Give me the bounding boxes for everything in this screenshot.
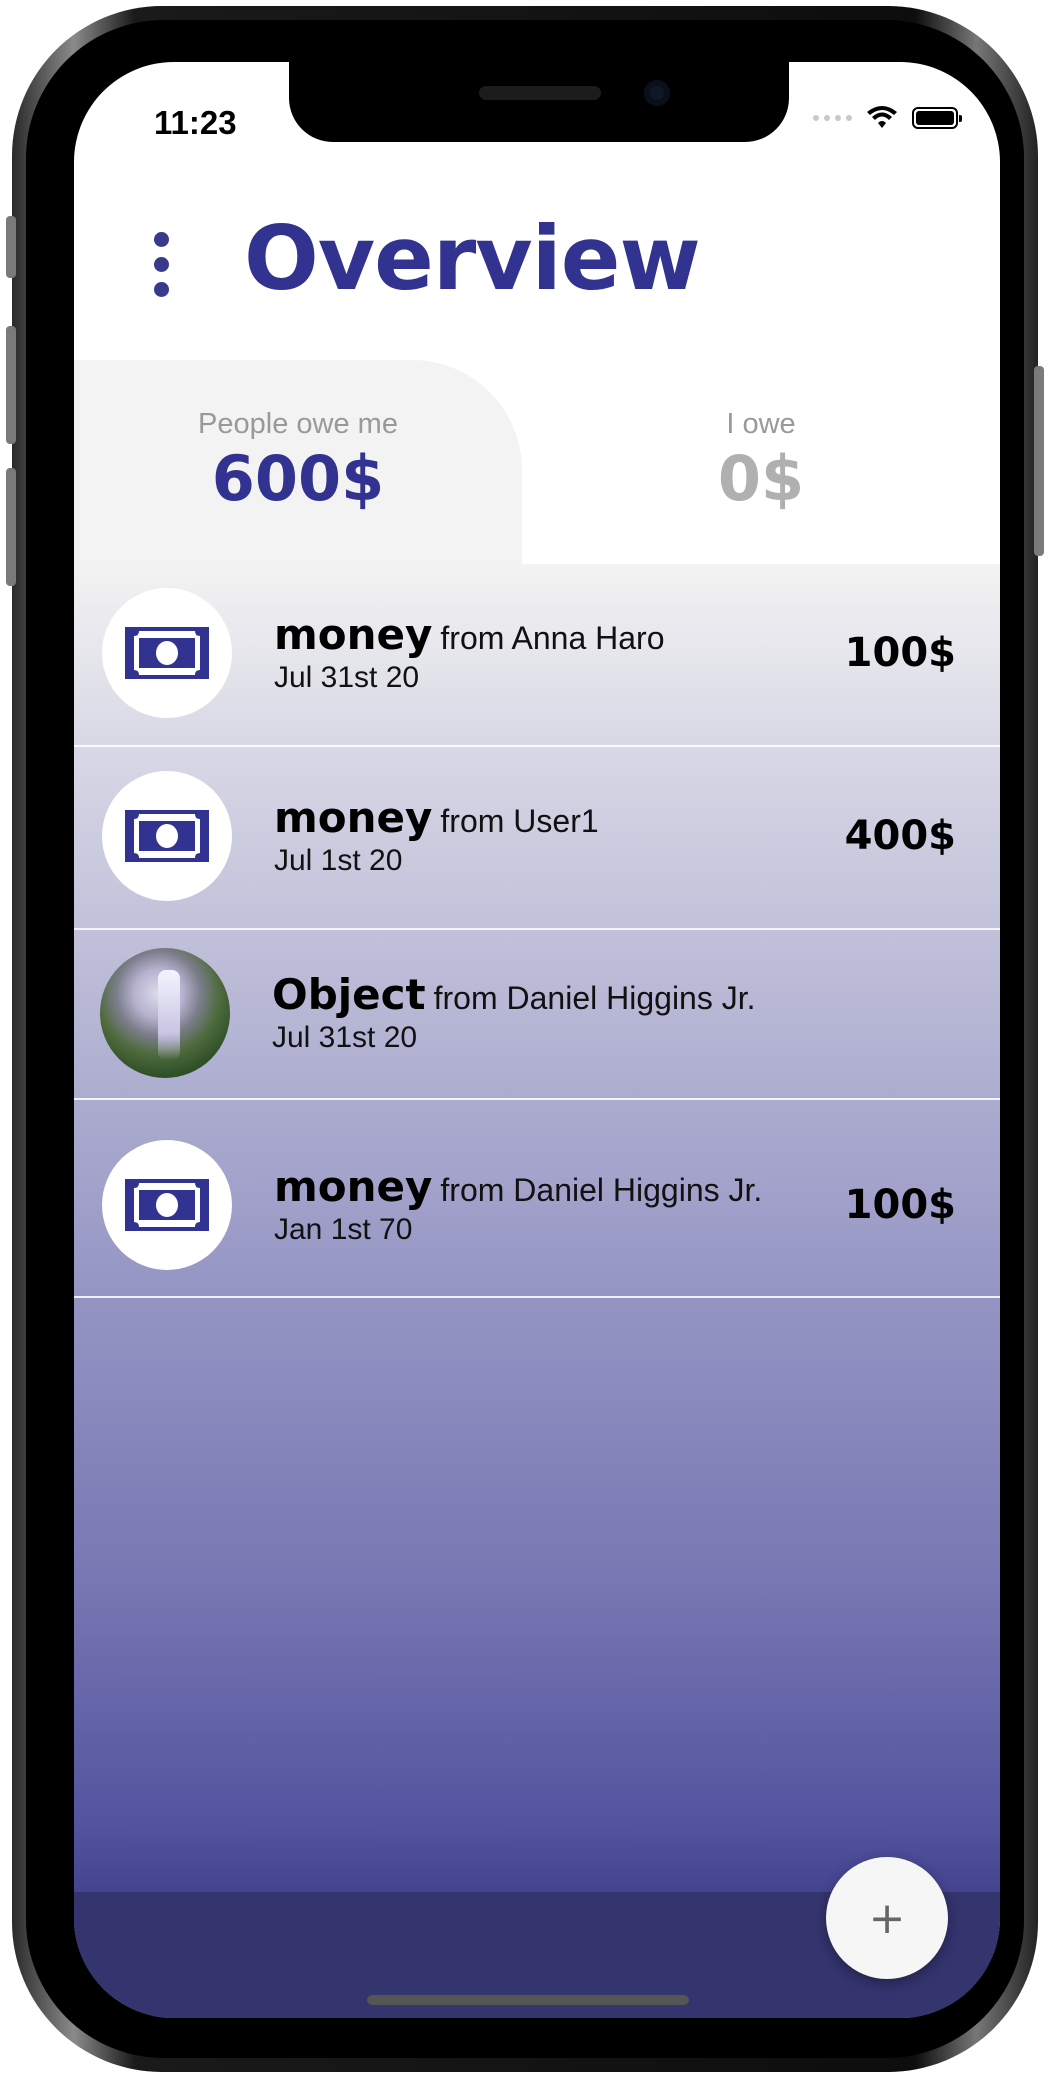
- transaction-date: Jul 31st 20: [274, 661, 420, 694]
- transaction-from: from Daniel Higgins Jr.: [433, 980, 756, 1016]
- battery-icon: [912, 107, 962, 129]
- transaction-row[interactable]: money from User1 Jul 1st 20 400$: [74, 747, 1000, 930]
- tab-i-owe-value: 0$: [717, 442, 805, 515]
- transaction-from: from Anna Haro: [440, 620, 665, 656]
- tab-i-owe-label: I owe: [726, 408, 796, 440]
- front-camera: [644, 80, 670, 106]
- money-bill-icon: [102, 1140, 232, 1270]
- home-indicator[interactable]: [367, 1995, 689, 2005]
- status-icons: [813, 106, 962, 130]
- mute-switch: [6, 216, 16, 278]
- transaction-type: Object: [272, 970, 426, 1019]
- wifi-icon: [867, 106, 897, 128]
- transaction-type: money: [274, 1162, 433, 1211]
- transaction-text: money from Anna Haro Jul 31st 20: [274, 610, 665, 695]
- add-button[interactable]: +: [826, 1857, 948, 1979]
- volume-up-button: [6, 326, 16, 444]
- transaction-date: Jul 1st 20: [274, 844, 403, 877]
- transaction-amount: 100$: [844, 630, 956, 676]
- app-screen: 11:23 Overview People owe me 600$ I owe …: [74, 62, 1000, 2018]
- transaction-row[interactable]: money from Daniel Higgins Jr. Jan 1st 70 …: [74, 1100, 1000, 1298]
- phone-frame: 11:23 Overview People owe me 600$ I owe …: [6, 6, 1044, 2072]
- waterfall-photo: [100, 948, 230, 1078]
- speaker: [479, 86, 601, 100]
- transaction-from: from User1: [440, 803, 599, 839]
- tab-people-owe-me-value: 600$: [211, 442, 385, 515]
- notch: [289, 62, 789, 142]
- status-time: 11:23: [154, 104, 237, 141]
- tab-people-owe-me-label: People owe me: [198, 408, 398, 440]
- transaction-row[interactable]: money from Anna Haro Jul 31st 20 100$: [74, 564, 1000, 747]
- transaction-type: money: [274, 610, 433, 659]
- transaction-date: Jul 31st 20: [272, 1021, 418, 1054]
- transaction-text: Object from Daniel Higgins Jr. Jul 31st 2…: [272, 970, 756, 1055]
- transaction-text: money from Daniel Higgins Jr. Jan 1st 70: [274, 1162, 762, 1247]
- money-bill-icon: [102, 771, 232, 901]
- money-bill-icon: [102, 588, 232, 718]
- transaction-list: money from Anna Haro Jul 31st 20 100$ mon…: [74, 564, 1000, 2018]
- more-menu-icon[interactable]: [154, 232, 169, 297]
- transaction-amount: 400$: [844, 813, 956, 859]
- cellular-signal-icon: [813, 115, 852, 121]
- transaction-type: money: [274, 793, 433, 842]
- volume-down-button: [6, 468, 16, 586]
- transaction-from: from Daniel Higgins Jr.: [440, 1172, 763, 1208]
- transaction-date: Jan 1st 70: [274, 1213, 413, 1246]
- transaction-row[interactable]: Object from Daniel Higgins Jr. Jul 31st 2…: [74, 930, 1000, 1100]
- transaction-text: money from User1 Jul 1st 20: [274, 793, 599, 878]
- page-title: Overview: [244, 207, 701, 310]
- power-button: [1034, 366, 1044, 556]
- transaction-amount: 100$: [844, 1182, 956, 1228]
